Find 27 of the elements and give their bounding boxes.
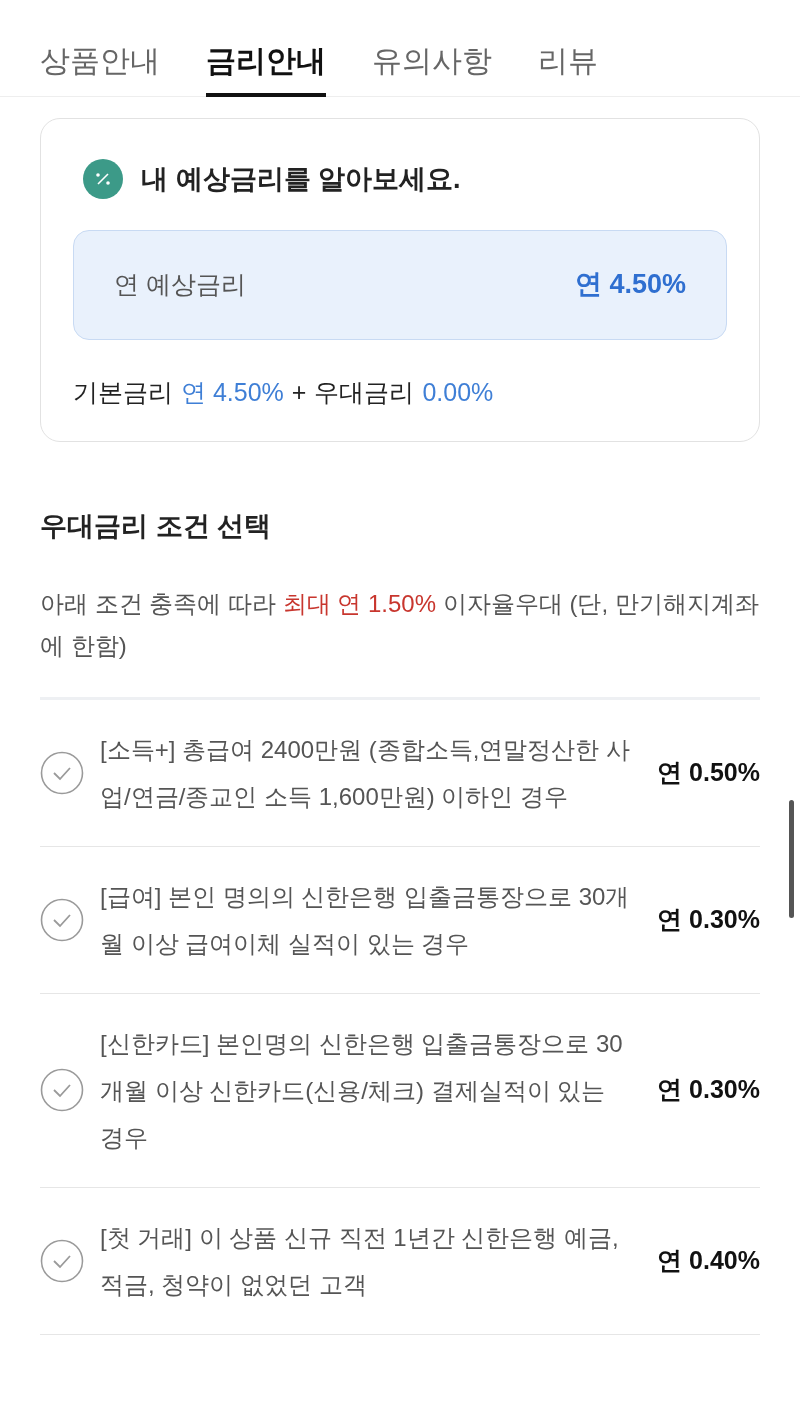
condition-rate: 연 0.30%	[657, 903, 760, 935]
condition-rate: 연 0.30%	[657, 1074, 760, 1106]
check-circle-icon[interactable]	[40, 750, 84, 795]
check-circle-icon[interactable]	[40, 1238, 84, 1283]
bonus-rate-label: 우대금리	[314, 376, 415, 408]
tab[interactable]: 리뷰	[538, 0, 598, 97]
condition-rate: 연 0.50%	[657, 756, 760, 788]
base-rate-value: 연 4.50%	[181, 376, 284, 408]
expected-rate-value: 연 4.50%	[574, 268, 686, 302]
plus-sign: +	[291, 376, 307, 408]
check-circle-icon[interactable]	[40, 1068, 84, 1112]
condition-rate: 연 0.40%	[657, 1244, 760, 1276]
condition-text: [첫 거래] 이 상품 신규 직전 1년간 신한은행 예금, 적금, 청약이 없었던 고객	[100, 1222, 620, 1300]
condition-text: [신한카드] 본인명의 신한은행 입출금통장으로 30개월 이상 신한카드(신용/체크) 결제실적이 있는 경우	[100, 1028, 624, 1153]
tab[interactable]: 금리안내	[206, 0, 326, 97]
section-title: 우대금리 조건 선택	[40, 510, 272, 543]
base-rate-label: 기본금리	[73, 376, 173, 408]
check-circle-icon[interactable]	[40, 897, 84, 942]
expected-rate-label: 연 예상금리	[114, 268, 246, 300]
card-title: 내 예상금리를 알아보세요.	[141, 163, 461, 196]
tab[interactable]: 유의사항	[372, 0, 492, 97]
section-description: 아래 조건 충족에 따라 최대 연 1.50% 이자율우대 (단, 만기해지계좌에 한함)	[40, 588, 760, 661]
bonus-rate-value: 0.00%	[422, 376, 494, 408]
percent-icon	[83, 159, 123, 200]
condition-text: [소득+] 총급여 2400만원 (종합소득,연말정산한 사업/연금/종교인 소득 1,600만원) 이하인 경우	[100, 734, 632, 812]
condition-text: [급여] 본인 명의의 신한은행 입출금통장으로 30개월 이상 급여이체 실적이 있는 경우	[100, 881, 631, 959]
tab[interactable]: 상품안내	[40, 0, 160, 97]
